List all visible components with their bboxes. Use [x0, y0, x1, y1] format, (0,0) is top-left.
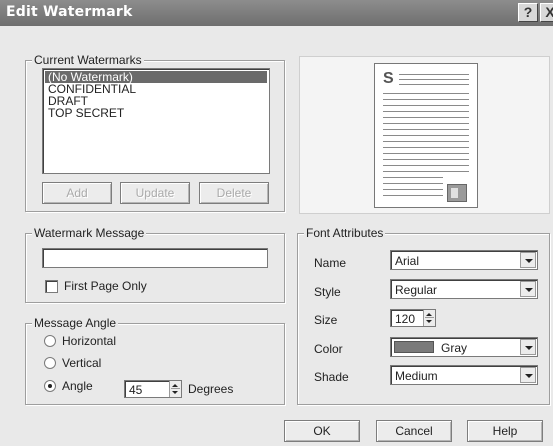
preview-page: S	[374, 63, 478, 208]
color-dropdown[interactable]: Gray	[390, 337, 538, 357]
shade-dropdown[interactable]: Medium	[390, 365, 538, 385]
delete-button[interactable]: Delete	[199, 182, 269, 204]
font-size-spin-arrows[interactable]	[423, 310, 435, 326]
help-footer-button[interactable]: Help	[467, 420, 543, 442]
font-name-value: Arial	[395, 254, 420, 268]
preview-line	[383, 93, 469, 94]
angle-spinbox[interactable]: 45	[124, 380, 182, 398]
watermark-listbox[interactable]: (No Watermark) CONFIDENTIAL DRAFT TOP SE…	[42, 68, 270, 174]
preview-line	[383, 171, 469, 172]
color-swatch	[394, 341, 434, 353]
preview-line	[383, 117, 469, 118]
horizontal-label: Horizontal	[62, 334, 117, 348]
preview-line	[383, 183, 443, 184]
preview-line	[383, 99, 469, 100]
help-icon: ?	[523, 4, 533, 20]
preview-line	[399, 79, 469, 80]
preview-line	[383, 153, 469, 154]
preview-line	[383, 177, 443, 178]
font-attributes-label: Font Attributes	[304, 226, 386, 240]
preview-line	[383, 165, 469, 166]
vertical-label: Vertical	[62, 356, 102, 370]
message-angle-label: Message Angle	[32, 316, 119, 330]
preview-page-letter: S	[383, 70, 394, 87]
color-value: Gray	[441, 341, 468, 355]
color-label: Color	[314, 342, 343, 356]
ok-button[interactable]: OK	[284, 420, 360, 442]
vertical-radio[interactable]	[44, 357, 56, 369]
angle-spin-arrows[interactable]	[169, 381, 181, 397]
preview-line	[383, 105, 469, 106]
watermark-message-label: Watermark Message	[32, 226, 147, 240]
angle-label: Angle	[62, 379, 93, 393]
preview-line	[399, 84, 469, 85]
list-item[interactable]: TOP SECRET	[45, 107, 267, 119]
font-style-label: Style	[314, 285, 341, 299]
font-style-dropdown[interactable]: Regular	[390, 279, 538, 299]
font-name-label: Name	[314, 256, 347, 270]
preview-line	[383, 195, 443, 196]
preview-line	[383, 159, 469, 160]
font-name-dropdown[interactable]: Arial	[390, 250, 538, 270]
preview-line	[383, 111, 469, 112]
preview-line	[383, 129, 469, 130]
shade-value: Medium	[395, 369, 438, 383]
current-watermarks-label: Current Watermarks	[32, 53, 144, 67]
angle-value: 45	[129, 383, 143, 397]
window-title: Edit Watermark	[6, 4, 133, 20]
degrees-label: Degrees	[188, 382, 234, 396]
preview-line	[383, 123, 469, 124]
preview-line	[399, 74, 469, 75]
horizontal-radio[interactable]	[44, 335, 56, 347]
preview-line	[383, 141, 469, 142]
shade-label: Shade	[314, 370, 349, 384]
chevron-down-icon[interactable]	[520, 367, 536, 383]
title-bar: Edit Watermark ? X	[0, 0, 553, 26]
add-button[interactable]: Add	[42, 182, 112, 204]
chevron-down-icon[interactable]	[520, 281, 536, 297]
font-size-spinbox[interactable]: 120	[390, 309, 436, 327]
chevron-down-icon[interactable]	[520, 252, 536, 268]
font-size-value: 120	[395, 312, 416, 326]
close-button[interactable]: X	[540, 3, 553, 22]
watermark-message-input[interactable]	[42, 248, 268, 268]
image-icon	[447, 184, 467, 202]
preview-line	[383, 135, 469, 136]
font-style-value: Regular	[395, 283, 438, 297]
font-size-label: Size	[314, 313, 338, 327]
preview-line	[383, 189, 443, 190]
angle-radio[interactable]	[44, 380, 56, 392]
help-button[interactable]: ?	[518, 3, 538, 22]
update-button[interactable]: Update	[120, 182, 190, 204]
watermark-preview: S	[299, 56, 550, 214]
first-page-only-checkbox[interactable]	[45, 280, 58, 293]
first-page-only-label: First Page Only	[64, 279, 147, 293]
close-icon: X	[545, 4, 553, 20]
chevron-down-icon[interactable]	[520, 339, 536, 355]
cancel-button[interactable]: Cancel	[376, 420, 452, 442]
preview-line	[383, 147, 469, 148]
